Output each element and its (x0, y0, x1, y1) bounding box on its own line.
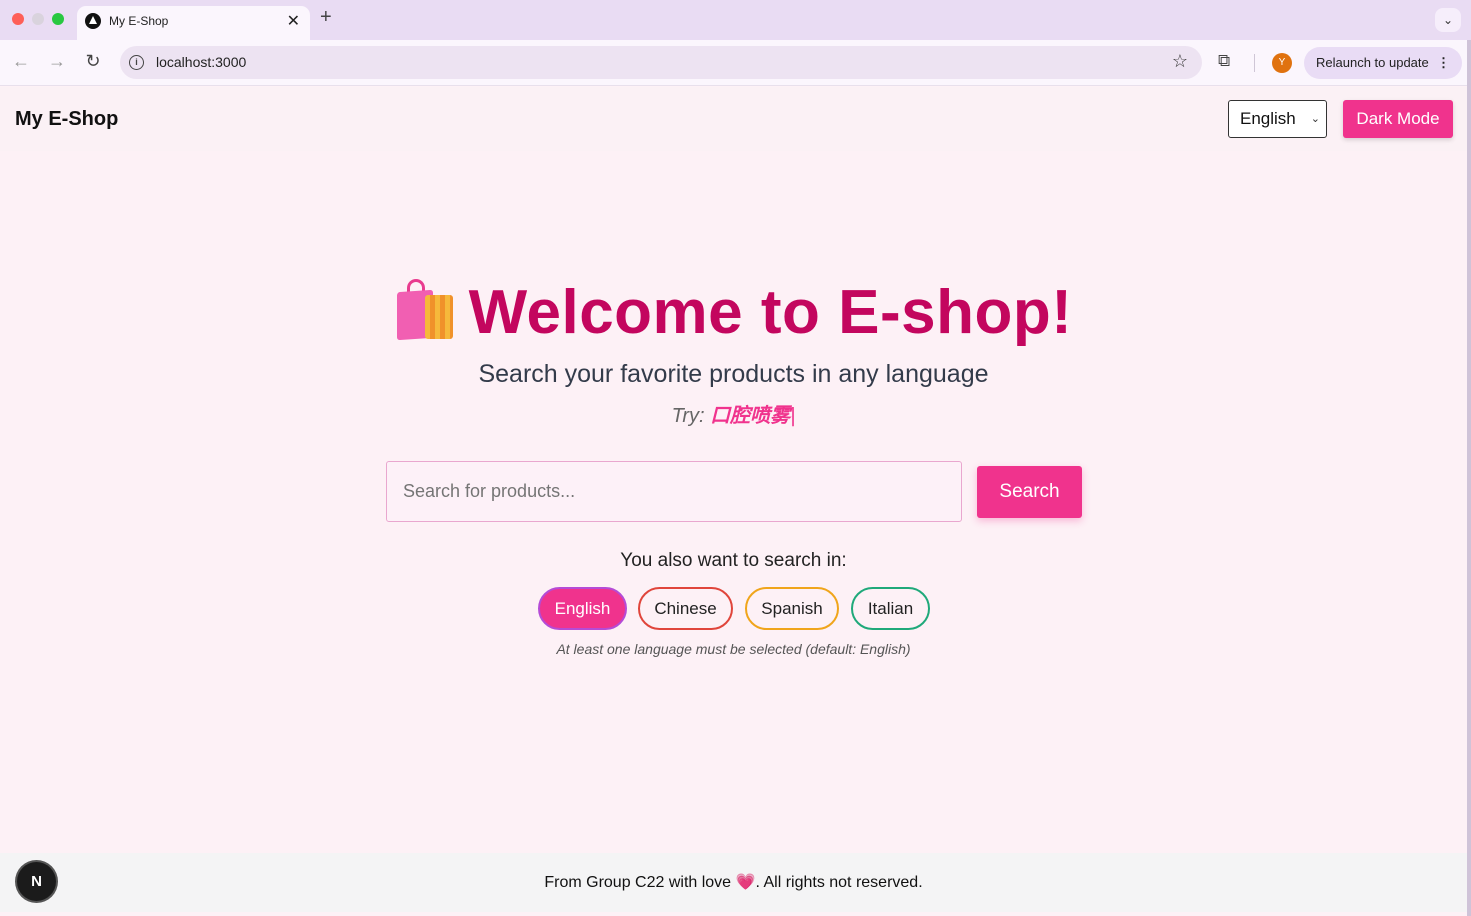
search-button[interactable]: Search (977, 466, 1082, 518)
try-example-word[interactable]: 口腔喷雾 (710, 405, 790, 427)
typing-cursor: | (790, 405, 796, 427)
page: My E-Shop English ⌄ Dark Mode Welcome to… (0, 87, 1467, 912)
language-select[interactable]: English ⌄ (1228, 100, 1327, 138)
forward-arrow-icon[interactable]: → (46, 51, 68, 72)
try-prefix: Try: (671, 405, 705, 427)
shopping-bags-icon (395, 279, 455, 341)
nextjs-favicon-icon (85, 13, 101, 29)
page-title: Welcome to E-shop! (468, 278, 1073, 347)
browser-tab-bar: My E-Shop ✕ + ⌄ (0, 0, 1471, 40)
hero: Welcome to E-shop! Search your favorite … (0, 277, 1467, 428)
footer-text-end: . All rights not reserved. (755, 874, 923, 891)
nextjs-dev-badge[interactable]: N (17, 862, 56, 901)
language-hint: At least one language must be selected (… (556, 641, 911, 657)
tab-search-chevron-icon[interactable]: ⌄ (1435, 8, 1461, 32)
relaunch-label: Relaunch to update (1316, 55, 1429, 70)
hero-subtitle: Search your favorite products in any lan… (478, 360, 989, 388)
search-input[interactable] (386, 461, 962, 522)
browser-toolbar: ← → ↻ i localhost:3000 ☆ (0, 40, 1471, 86)
new-tab-icon[interactable]: + (320, 6, 332, 29)
language-pill-chinese[interactable]: Chinese (638, 587, 733, 630)
chevron-down-icon: ⌄ (1310, 113, 1320, 125)
site-info-icon[interactable]: i (129, 55, 144, 70)
language-prompt: You also want to search in: (620, 550, 847, 571)
footer-text-start: From Group C22 with love (544, 874, 736, 891)
back-arrow-icon[interactable]: ← (10, 51, 32, 72)
tab-title: My E-Shop (109, 14, 169, 28)
url-text: localhost:3000 (156, 54, 247, 70)
address-bar[interactable]: i localhost:3000 ☆ (120, 46, 1202, 79)
profile-avatar[interactable]: Y (1272, 53, 1292, 73)
tab-close-icon[interactable]: ✕ (287, 11, 300, 31)
language-select-value: English (1240, 109, 1296, 128)
site-navbar: My E-Shop English ⌄ Dark Mode (0, 87, 1467, 151)
try-example: Try: 口腔喷雾| (0, 399, 1467, 428)
minimize-window-button[interactable] (32, 13, 44, 25)
relaunch-to-update-button[interactable]: Relaunch to update ⋮ (1304, 47, 1462, 79)
close-window-button[interactable] (12, 13, 24, 25)
reload-icon[interactable]: ↻ (82, 51, 104, 72)
dark-mode-button[interactable]: Dark Mode (1343, 100, 1453, 138)
language-pill-italian[interactable]: Italian (851, 587, 930, 630)
toolbar-divider (1254, 54, 1255, 72)
language-pill-english[interactable]: English (538, 587, 627, 630)
window-edge (1467, 40, 1471, 916)
browser-tab[interactable]: My E-Shop ✕ (77, 6, 310, 40)
footer: From Group C22 with love 💗. All rights n… (0, 853, 1467, 912)
bookmark-star-icon[interactable]: ☆ (1172, 51, 1188, 72)
hero-title-row: Welcome to E-shop! (0, 277, 1467, 348)
more-menu-icon[interactable]: ⋮ (1437, 47, 1450, 79)
site-brand[interactable]: My E-Shop (15, 108, 118, 131)
maximize-window-button[interactable] (52, 13, 64, 25)
extensions-puzzle-icon[interactable]: ⧉ (1218, 51, 1230, 71)
heart-icon: 💗 (735, 874, 756, 891)
language-pill-spanish[interactable]: Spanish (745, 587, 839, 630)
